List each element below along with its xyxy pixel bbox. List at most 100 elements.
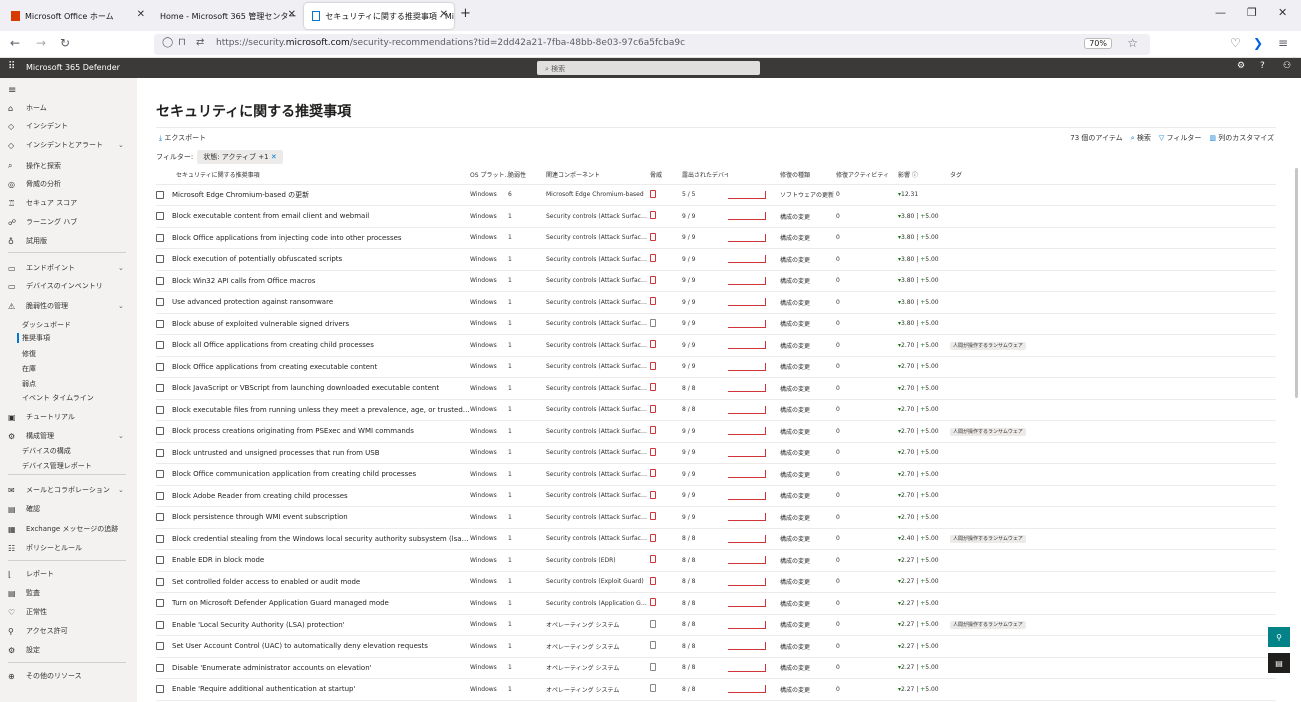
recommendation-cell[interactable]: Block credential stealing from the Windo… — [156, 528, 470, 550]
address-bar[interactable]: ◯ ⊓ ⇄ https://security.microsoft.com/sec… — [154, 34, 1150, 55]
browser-tab-office[interactable]: Microsoft Office ホーム ✕ — [3, 3, 151, 29]
table-row[interactable]: Set User Account Control (UAC) to automa… — [156, 635, 1276, 658]
chevron-icon[interactable]: ⌄ — [118, 141, 124, 149]
minimize-icon[interactable]: — — [1215, 6, 1226, 19]
recommendation-cell[interactable]: Block JavaScript or VBScript from launch… — [156, 377, 470, 400]
row-checkbox[interactable] — [156, 362, 164, 371]
recommendation-cell[interactable]: Use advanced protection against ransomwa… — [156, 291, 470, 314]
row-checkbox[interactable] — [156, 384, 164, 393]
sidebar-item-8[interactable]: ▭ エンドポイント — [8, 260, 75, 276]
row-checkbox[interactable] — [156, 341, 164, 350]
remove-filter-icon[interactable]: ✕ — [271, 153, 277, 161]
tracking-shield-icon[interactable]: ◯ — [162, 37, 173, 48]
sidebar-item-27[interactable]: ♡ 正常性 — [8, 604, 47, 620]
row-checkbox[interactable] — [156, 405, 164, 414]
close-window-icon[interactable]: ✕ — [1278, 6, 1287, 19]
recommendation-cell[interactable]: Block process creations originating from… — [156, 420, 470, 443]
recommendation-cell[interactable]: Block Office applications from creating … — [156, 356, 470, 378]
recommendation-cell[interactable]: Disable 'Enumerate administrator account… — [156, 657, 470, 679]
filter-pill[interactable]: 状態: アクティブ +1 ✕ — [197, 150, 283, 164]
sidebar-item-5[interactable]: ♖ セキュア スコア — [8, 195, 77, 211]
sidebar-item-14[interactable]: 在庫 — [22, 361, 36, 377]
sidebar-item-9[interactable]: ▭ デバイスのインベントリ — [8, 278, 103, 294]
column-header-5[interactable]: 露出されたデバイス — [682, 166, 728, 185]
row-checkbox[interactable] — [156, 427, 164, 436]
table-row[interactable]: Block credential stealing from the Windo… — [156, 528, 1276, 550]
table-row[interactable]: Enable 'Local Security Authority (LSA) p… — [156, 614, 1276, 636]
customize-columns-button[interactable]: ▥ 列のカスタマイズ — [1209, 133, 1274, 143]
table-row[interactable]: Block process creations originating from… — [156, 420, 1276, 443]
close-tab-icon[interactable]: ✕ — [137, 9, 145, 20]
row-checkbox[interactable] — [156, 212, 164, 221]
back-icon[interactable]: ← — [10, 36, 20, 50]
recommendation-cell[interactable]: Block Adobe Reader from creating child p… — [156, 485, 470, 507]
sidebar-item-6[interactable]: ☍ ラーニング ハブ — [8, 214, 77, 230]
table-row[interactable]: Enable 'Require additional authenticatio… — [156, 678, 1276, 701]
restore-icon[interactable]: ❐ — [1247, 6, 1257, 19]
sidebar-item-26[interactable]: ▤ 監査 — [8, 585, 40, 601]
permissions-icon[interactable]: ⇄ — [196, 37, 204, 48]
sidebar-item-2[interactable]: ◇ インシデントとアラート — [8, 137, 103, 153]
table-row[interactable]: Block Adobe Reader from creating child p… — [156, 485, 1276, 507]
filter-button[interactable]: ▽ フィルター — [1159, 133, 1202, 143]
browser-tab-security[interactable]: セキュリティに関する推奨事項 - Mi ✕ — [304, 3, 454, 29]
chevron-icon[interactable]: ⌄ — [118, 432, 124, 440]
pocket-icon[interactable]: ♡ — [1230, 36, 1241, 50]
table-row[interactable]: Block JavaScript or VBScript from launch… — [156, 377, 1276, 400]
table-row[interactable]: Block untrusted and unsigned processes t… — [156, 442, 1276, 464]
sidebar-item-13[interactable]: 修復 — [22, 346, 36, 362]
help-icon[interactable]: ? — [1260, 61, 1265, 71]
row-checkbox[interactable] — [156, 470, 164, 479]
recommendation-cell[interactable]: Block all Office applications from creat… — [156, 334, 470, 357]
table-row[interactable]: Turn on Microsoft Defender Application G… — [156, 592, 1276, 615]
row-checkbox[interactable] — [156, 513, 164, 522]
account-icon[interactable]: ⚇ — [1283, 61, 1291, 71]
recommendation-cell[interactable]: Block abuse of exploited vulnerable sign… — [156, 313, 470, 335]
sidebar-item-25[interactable]: ⌊ レポート — [8, 566, 54, 582]
column-header-7[interactable]: 修復の種類 — [780, 166, 836, 185]
chevron-icon[interactable]: ⌄ — [118, 264, 124, 272]
new-tab-icon[interactable]: + — [460, 6, 471, 21]
chat-button[interactable]: ▤ — [1268, 653, 1290, 673]
recommendation-cell[interactable]: Set User Account Control (UAC) to automa… — [156, 635, 470, 658]
table-row[interactable]: Set controlled folder access to enabled … — [156, 571, 1276, 593]
column-header-4[interactable]: 脅威 — [650, 166, 682, 185]
reload-icon[interactable]: ↻ — [60, 36, 70, 50]
recommendation-cell[interactable]: Block Office applications from injecting… — [156, 227, 470, 249]
recommendation-cell[interactable]: Block Office communication application f… — [156, 463, 470, 486]
sidebar-item-18[interactable]: ⚙ 構成管理 — [8, 428, 54, 444]
row-checkbox[interactable] — [156, 276, 164, 285]
table-row[interactable]: Block executable files from running unle… — [156, 399, 1276, 421]
app-launcher-icon[interactable]: ⠿ — [8, 61, 15, 72]
row-checkbox[interactable] — [156, 448, 164, 457]
recommendation-cell[interactable]: Block Win32 API calls from Office macros — [156, 270, 470, 292]
row-checkbox[interactable] — [156, 663, 164, 672]
row-checkbox[interactable] — [156, 642, 164, 651]
row-checkbox[interactable] — [156, 255, 164, 264]
table-row[interactable]: Block abuse of exploited vulnerable sign… — [156, 313, 1276, 335]
bookmark-star-icon[interactable]: ☆ — [1127, 36, 1138, 50]
collapse-nav-icon[interactable]: ≡ — [8, 82, 16, 98]
column-header-1[interactable]: OS プラット... — [470, 166, 508, 185]
recommendation-cell[interactable]: Turn on Microsoft Defender Application G… — [156, 592, 470, 615]
column-header-10[interactable]: タグ — [950, 166, 1276, 185]
table-row[interactable]: Block Office applications from injecting… — [156, 227, 1276, 249]
export-button[interactable]: ⤓ エクスポート — [159, 133, 206, 143]
row-checkbox[interactable] — [156, 599, 164, 608]
column-header-0[interactable]: セキュリティに関する推奨事項 — [156, 166, 470, 185]
settings-icon[interactable]: ⚙ — [1237, 61, 1245, 71]
column-header-2[interactable]: 脆弱性 — [508, 166, 546, 185]
recommendation-cell[interactable]: Enable 'Local Security Authority (LSA) p… — [156, 614, 470, 636]
sidebar-item-20[interactable]: デバイス管理レポート — [22, 458, 92, 474]
browser-tab-admin[interactable]: Home - Microsoft 365 管理センター ✕ — [152, 3, 302, 29]
sidebar-item-19[interactable]: デバイスの構成 — [22, 443, 71, 459]
row-checkbox[interactable] — [156, 233, 164, 242]
sidebar-item-23[interactable]: ▦ Exchange メッセージの追跡 — [8, 521, 118, 537]
table-row[interactable]: Block all Office applications from creat… — [156, 334, 1276, 357]
chevron-icon[interactable]: ⌄ — [118, 486, 124, 494]
recommendation-cell[interactable]: Enable 'Require additional authenticatio… — [156, 678, 470, 701]
close-tab-icon[interactable]: ✕ — [288, 9, 296, 20]
sidebar-item-0[interactable]: ⌂ ホーム — [8, 100, 47, 116]
row-checkbox[interactable] — [156, 319, 164, 328]
table-row[interactable]: Block persistence through WMI event subs… — [156, 506, 1276, 529]
